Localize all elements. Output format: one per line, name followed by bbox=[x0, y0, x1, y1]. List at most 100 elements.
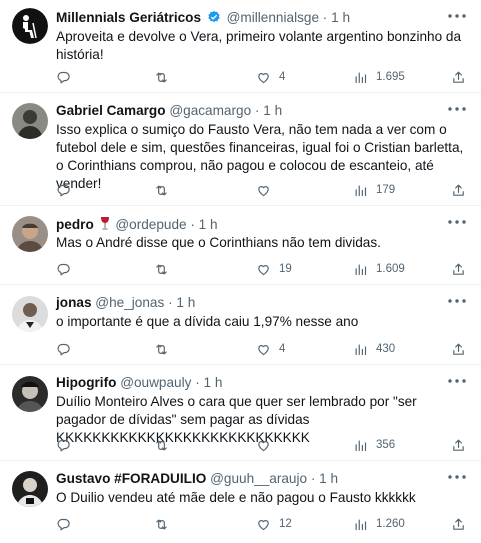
views-button[interactable]: 1.260 bbox=[353, 515, 405, 533]
tweet-header: Gustavo #FORADUILIO @guuh__araujo · 1 h bbox=[56, 471, 441, 487]
separator-dot: · bbox=[310, 471, 320, 486]
views-count: 430 bbox=[376, 343, 396, 355]
author-handle[interactable]: @millennialsge bbox=[227, 10, 319, 25]
reply-icon bbox=[56, 438, 71, 453]
avatar[interactable] bbox=[12, 376, 48, 412]
tweet[interactable]: Millennials Geriátricos @millennialsge ·… bbox=[0, 0, 481, 93]
avatar[interactable] bbox=[12, 471, 48, 507]
author-name[interactable]: pedro bbox=[56, 217, 94, 232]
reply-button[interactable] bbox=[56, 181, 79, 199]
reply-button[interactable] bbox=[56, 260, 79, 278]
more-icon[interactable] bbox=[445, 293, 469, 309]
views-button[interactable]: 179 bbox=[353, 181, 395, 199]
views-icon bbox=[353, 342, 368, 357]
views-icon bbox=[353, 517, 368, 532]
more-icon[interactable] bbox=[445, 101, 469, 117]
tweet-time[interactable]: 1 h bbox=[199, 217, 218, 232]
author-name[interactable]: jonas bbox=[56, 295, 92, 310]
retweet-icon bbox=[154, 342, 169, 357]
author-handle[interactable]: @he_jonas bbox=[95, 295, 164, 310]
retweet-button[interactable] bbox=[154, 181, 177, 199]
author-handle[interactable]: @gacamargo bbox=[169, 103, 251, 118]
more-icon[interactable] bbox=[445, 469, 469, 485]
tweet[interactable]: Gabriel Camargo @gacamargo · 1 h Isso ex… bbox=[0, 93, 481, 206]
retweet-icon bbox=[154, 517, 169, 532]
share-icon bbox=[451, 342, 466, 357]
author-name[interactable]: Hipogrifo bbox=[56, 375, 116, 390]
views-count: 1.695 bbox=[376, 71, 405, 83]
like-button[interactable]: 4 bbox=[256, 340, 285, 358]
like-button[interactable] bbox=[256, 181, 279, 199]
reply-button[interactable] bbox=[56, 515, 79, 533]
author-name[interactable]: Gustavo #FORADUILIO bbox=[56, 471, 206, 486]
share-button[interactable] bbox=[451, 436, 474, 454]
tweet[interactable]: Gustavo #FORADUILIO @guuh__araujo · 1 h … bbox=[0, 461, 481, 543]
tweet-actions: 19 1.609 bbox=[56, 260, 467, 278]
tweet-header: pedro @ordepude · 1 h bbox=[56, 216, 441, 233]
tweet-time[interactable]: 1 h bbox=[319, 471, 338, 486]
like-button[interactable]: 4 bbox=[256, 68, 285, 86]
share-button[interactable] bbox=[451, 68, 474, 86]
retweet-icon bbox=[154, 438, 169, 453]
author-handle[interactable]: @ordepude bbox=[115, 217, 186, 232]
like-icon bbox=[256, 342, 271, 357]
share-button[interactable] bbox=[451, 260, 474, 278]
views-count: 356 bbox=[376, 439, 396, 451]
views-button[interactable]: 356 bbox=[353, 436, 395, 454]
tweet-actions: 12 1.260 bbox=[56, 515, 467, 533]
like-icon bbox=[256, 70, 271, 85]
tweet-header: Gabriel Camargo @gacamargo · 1 h bbox=[56, 103, 441, 119]
reply-button[interactable] bbox=[56, 68, 79, 86]
share-icon bbox=[451, 183, 466, 198]
retweet-button[interactable] bbox=[154, 515, 177, 533]
share-button[interactable] bbox=[451, 340, 474, 358]
reply-icon bbox=[56, 183, 71, 198]
reply-icon bbox=[56, 262, 71, 277]
retweet-button[interactable] bbox=[154, 436, 177, 454]
avatar[interactable] bbox=[12, 8, 48, 44]
like-count: 19 bbox=[279, 263, 292, 275]
like-button[interactable]: 12 bbox=[256, 515, 292, 533]
retweet-button[interactable] bbox=[154, 68, 177, 86]
author-name[interactable]: Millennials Geriátricos bbox=[56, 10, 201, 25]
tweet-time[interactable]: 1 h bbox=[263, 103, 282, 118]
retweet-button[interactable] bbox=[154, 260, 177, 278]
views-icon bbox=[353, 70, 368, 85]
verified-icon bbox=[208, 10, 220, 23]
views-button[interactable]: 430 bbox=[353, 340, 395, 358]
author-handle[interactable]: @ouwpauly bbox=[120, 375, 191, 390]
retweet-icon bbox=[154, 183, 169, 198]
reply-button[interactable] bbox=[56, 340, 79, 358]
avatar[interactable] bbox=[12, 296, 48, 332]
tweet[interactable]: Hipogrifo @ouwpauly · 1 h Duílio Monteir… bbox=[0, 365, 481, 461]
retweet-button[interactable] bbox=[154, 340, 177, 358]
share-button[interactable] bbox=[451, 181, 474, 199]
like-button[interactable] bbox=[256, 436, 279, 454]
avatar[interactable] bbox=[12, 216, 48, 252]
tweet-text: O Duilio vendeu até mãe dele e não pagou… bbox=[56, 490, 416, 505]
wine-glass-icon bbox=[100, 217, 109, 230]
tweet[interactable]: jonas @he_jonas · 1 h o importante é que… bbox=[0, 285, 481, 365]
tweet-time[interactable]: 1 h bbox=[176, 295, 195, 310]
avatar[interactable] bbox=[12, 103, 48, 139]
like-button[interactable]: 19 bbox=[256, 260, 292, 278]
author-handle[interactable]: @guuh__araujo bbox=[210, 471, 307, 486]
tweet[interactable]: pedro @ordepude · 1 h Mas o André disse … bbox=[0, 206, 481, 285]
share-icon bbox=[451, 517, 466, 532]
separator-dot: · bbox=[254, 103, 264, 118]
views-count: 1.609 bbox=[376, 263, 405, 275]
more-icon[interactable] bbox=[445, 214, 469, 230]
reply-button[interactable] bbox=[56, 436, 79, 454]
views-button[interactable]: 1.695 bbox=[353, 68, 405, 86]
tweet-header: Hipogrifo @ouwpauly · 1 h bbox=[56, 375, 441, 391]
tweet-text: o importante é que a dívida caiu 1,97% n… bbox=[56, 314, 359, 329]
more-icon[interactable] bbox=[445, 8, 469, 24]
more-icon[interactable] bbox=[445, 373, 469, 389]
views-button[interactable]: 1.609 bbox=[353, 260, 405, 278]
tweet-time[interactable]: 1 h bbox=[204, 375, 223, 390]
author-name[interactable]: Gabriel Camargo bbox=[56, 103, 166, 118]
share-button[interactable] bbox=[451, 515, 474, 533]
reply-icon bbox=[56, 342, 71, 357]
tweet-text: Mas o André disse que o Corinthians não … bbox=[56, 235, 381, 250]
tweet-time[interactable]: 1 h bbox=[331, 10, 350, 25]
